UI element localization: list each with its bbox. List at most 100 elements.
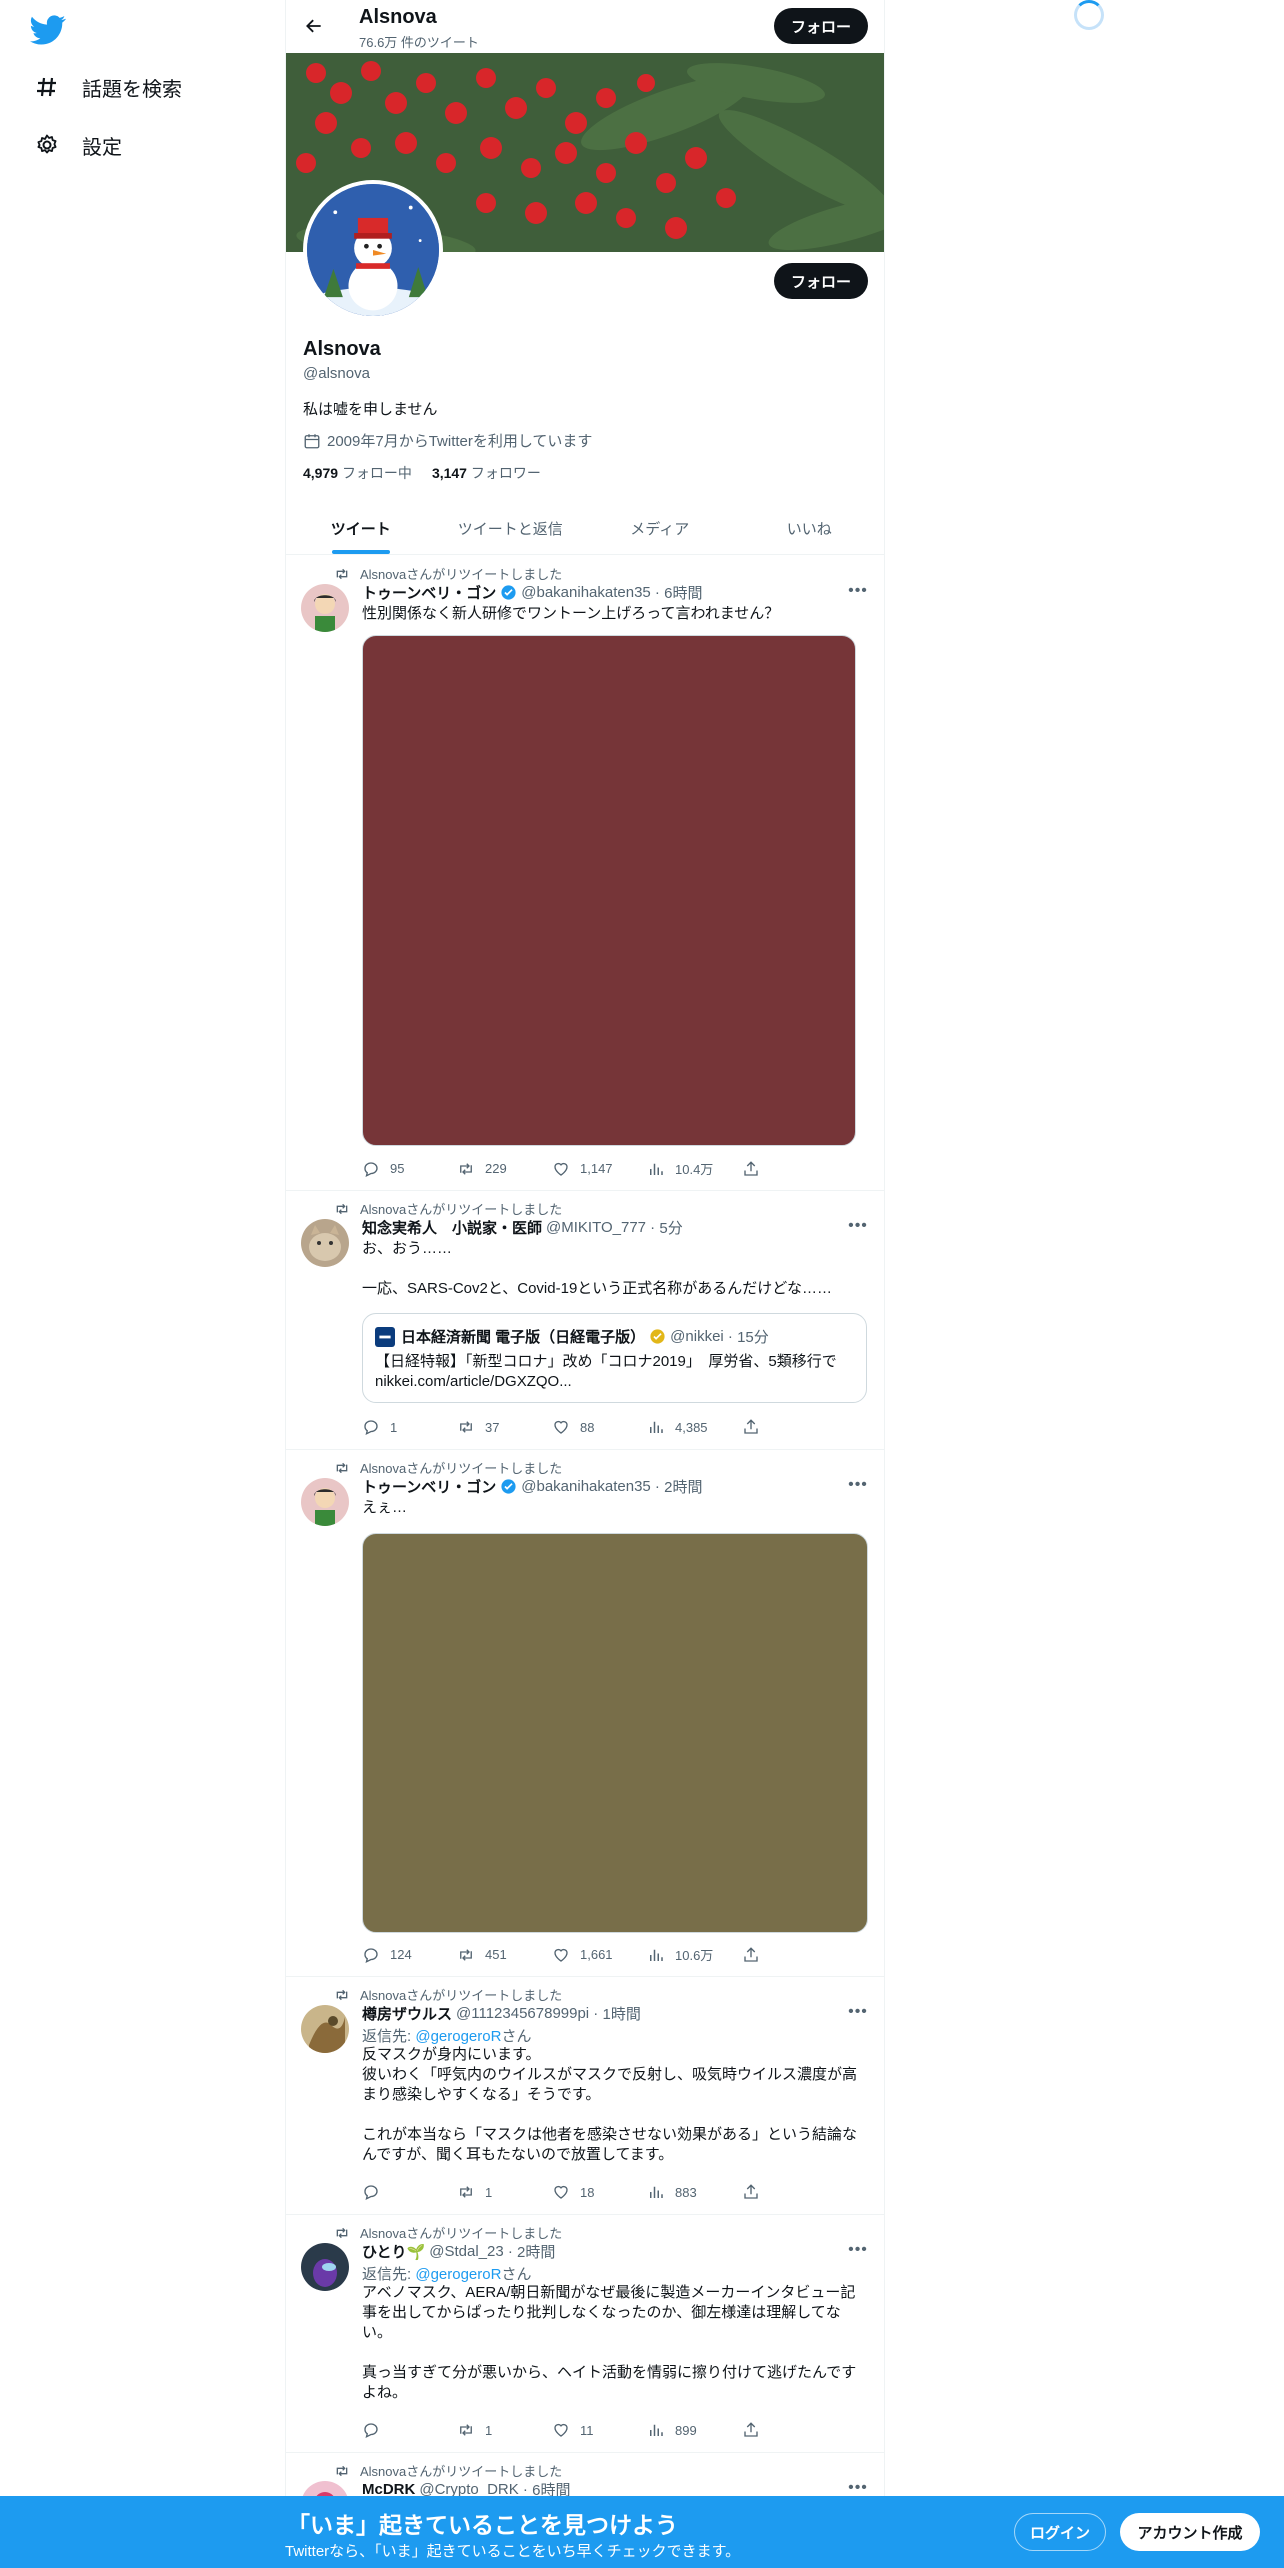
views-button[interactable]: 10.6万 [647, 1945, 742, 1964]
profile-follow-button[interactable]: フォロー [774, 263, 868, 299]
quoted-tweet[interactable]: 日本経済新聞 電子版（日経電子版） @nikkei · 15分 【日経特報】「新… [362, 1313, 867, 1403]
tab-likes[interactable]: いいね [735, 502, 885, 554]
retweet-indicator: Alsnovaさんがリツイートしました [334, 1458, 562, 1477]
like-count: 18 [580, 2184, 595, 2200]
like-button[interactable]: 18 [552, 2183, 647, 2201]
tweet[interactable]: Alsnovaさんがリツイートしました 樽房ザウルス @111234567899… [286, 1977, 884, 2215]
author-handle[interactable]: @MIKITO_777 [546, 1219, 646, 1236]
views-button[interactable]: 883 [647, 2183, 742, 2201]
retweet-icon [457, 2421, 475, 2439]
retweet-button[interactable]: 1 [457, 2421, 552, 2439]
retweet-indicator: Alsnovaさんがリツイートしました [334, 2223, 562, 2242]
author-name[interactable]: トゥーンベリ・ゴン [362, 582, 496, 603]
share-button[interactable] [742, 2183, 762, 2201]
twitter-logo-icon[interactable] [30, 12, 66, 48]
time-separator: · [650, 584, 665, 601]
tweet[interactable]: Alsnovaさんがリツイートしました トゥーンベリ・ゴン @bakanihak… [286, 1450, 884, 1977]
tweet-text: 性別関係なく新人研修でワントーン上げろって言われません？ [362, 605, 780, 622]
retweet-text: Alsnovaさんがリツイートしました [360, 1988, 563, 2003]
retweet-button[interactable]: 37 [457, 1418, 552, 1436]
profile-stats: 4,979 フォロー中 3,147 フォロワー [303, 463, 541, 483]
avatar[interactable] [301, 2005, 349, 2053]
author-name[interactable]: ひとり🌱 [362, 2241, 425, 2262]
more-options-icon[interactable]: ••• [848, 1217, 868, 1237]
tweet[interactable]: Alsnovaさんがリツイートしました 知念実希人 小説家・医師 @MIKITO… [286, 1191, 884, 1450]
share-icon [742, 1946, 760, 1964]
views-button[interactable]: 899 [647, 2421, 742, 2439]
reply-button[interactable] [362, 2421, 457, 2439]
like-button[interactable]: 11 [552, 2421, 647, 2439]
followers-link[interactable]: 3,147 フォロワー [432, 463, 541, 483]
profile-avatar[interactable] [303, 180, 443, 320]
avatar[interactable] [301, 584, 349, 632]
avatar[interactable] [301, 2243, 349, 2291]
views-button[interactable]: 4,385 [647, 1418, 742, 1436]
views-button[interactable]: 10.4万 [647, 1159, 742, 1178]
tab-media[interactable]: メディア [585, 502, 735, 554]
share-button[interactable] [742, 2421, 762, 2439]
author-handle[interactable]: @bakanihakaten35 [521, 584, 651, 601]
sidebar-item-explore[interactable]: 話題を検索 [34, 67, 182, 107]
share-button[interactable] [742, 1945, 762, 1964]
tweet-header: 知念実希人 小説家・医師 @MIKITO_777 · 5分 [362, 1217, 683, 1238]
verified-badge-icon [500, 1478, 517, 1495]
author-name[interactable]: トゥーンベリ・ゴン [362, 1476, 496, 1497]
view-count: 4,385 [675, 1419, 708, 1435]
tweet-media[interactable] [362, 635, 856, 1146]
sidebar-item-settings[interactable]: 設定 [34, 125, 122, 165]
header-follow-button[interactable]: フォロー [774, 8, 868, 44]
retweet-button[interactable]: 229 [457, 1159, 552, 1178]
tweet[interactable]: Alsnovaさんがリツイートしました ひとり🌱 @Stdal_23 · 2時間… [286, 2215, 884, 2453]
like-button[interactable]: 1,147 [552, 1159, 647, 1178]
tweet-header: トゥーンベリ・ゴン @bakanihakaten35 · 6時間 [362, 582, 702, 603]
reply-button[interactable] [362, 2183, 457, 2201]
avatar[interactable] [301, 1478, 349, 1526]
author-name[interactable]: 知念実希人 小説家・医師 [362, 1217, 542, 1238]
more-options-icon[interactable]: ••• [848, 2003, 868, 2023]
tweet-actions: 1 18 883 [362, 2183, 787, 2201]
tweet-time[interactable]: 2時間 [517, 2241, 555, 2262]
author-name[interactable]: 樽房ザウルス [362, 2003, 452, 2024]
share-icon [742, 1418, 760, 1436]
tweet-time[interactable]: 5分 [659, 1217, 682, 1238]
quote-header: 日本経済新聞 電子版（日経電子版） @nikkei · 15分 [375, 1326, 769, 1347]
following-link[interactable]: 4,979 フォロー中 [303, 463, 412, 483]
login-button[interactable]: ログイン [1014, 2513, 1106, 2551]
share-button[interactable] [742, 1159, 762, 1178]
tweet-time[interactable]: 1時間 [602, 2003, 640, 2024]
more-options-icon[interactable]: ••• [848, 1476, 868, 1496]
reply-to-link[interactable]: @gerogeroR [415, 2028, 501, 2045]
author-handle[interactable]: @bakanihakaten35 [521, 1478, 651, 1495]
time-separator: · [589, 2005, 603, 2022]
signup-button[interactable]: アカウント作成 [1120, 2513, 1260, 2551]
tab-tweets[interactable]: ツイート [286, 502, 436, 554]
reply-button[interactable]: 95 [362, 1159, 457, 1178]
tweet-time[interactable]: 6時間 [664, 582, 702, 603]
tweet-media[interactable] [362, 1533, 868, 1933]
reply-button[interactable]: 1 [362, 1418, 457, 1436]
retweet-button[interactable]: 1 [457, 2183, 552, 2201]
like-button[interactable]: 88 [552, 1418, 647, 1436]
reply-button[interactable]: 124 [362, 1945, 457, 1964]
tab-tweets-replies[interactable]: ツイートと返信 [436, 502, 586, 554]
more-options-icon[interactable]: ••• [848, 2241, 868, 2261]
heart-icon [552, 1946, 570, 1964]
like-button[interactable]: 1,661 [552, 1945, 647, 1964]
back-arrow-icon[interactable] [300, 12, 328, 40]
retweet-button[interactable]: 451 [457, 1945, 552, 1964]
reply-to-link[interactable]: @gerogeroR [415, 2266, 501, 2283]
header-name: Alsnova [359, 6, 437, 28]
profile-handle: @alsnova [303, 365, 370, 382]
avatar[interactable] [301, 1219, 349, 1267]
tweet-time[interactable]: 2時間 [664, 1476, 702, 1497]
share-icon [742, 2183, 760, 2201]
profile-bio: 私は嘘を申しません [303, 401, 438, 418]
retweet-text: Alsnovaさんがリツイートしました [360, 1202, 563, 1217]
share-button[interactable] [742, 1418, 762, 1436]
more-options-icon[interactable]: ••• [848, 582, 868, 602]
like-count: 1,661 [580, 1947, 613, 1962]
author-handle[interactable]: @Stdal_23 [429, 2243, 503, 2260]
tweet[interactable]: Alsnovaさんがリツイートしました トゥーンベリ・ゴン @bakanihak… [286, 556, 884, 1191]
author-handle[interactable]: @1112345678999pi [456, 2005, 589, 2022]
prompt-subtitle: Twitterなら、「いま」起きていることをいち早くチェックできます。 [285, 2543, 741, 2560]
